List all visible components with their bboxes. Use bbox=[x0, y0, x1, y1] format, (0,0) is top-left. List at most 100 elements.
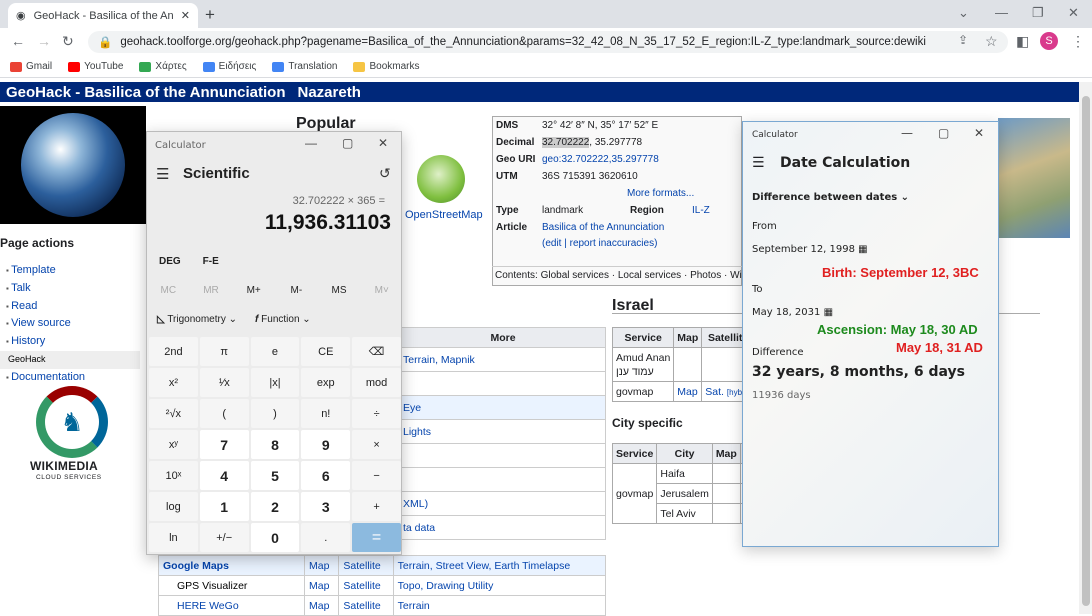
key-button[interactable]: 2nd bbox=[149, 337, 198, 366]
osm-magnifier-icon[interactable] bbox=[417, 155, 465, 203]
contents-bar[interactable]: Contents: Global services · Local servic… bbox=[492, 266, 744, 286]
close-icon[interactable]: ✕ bbox=[974, 126, 984, 140]
scroll-thumb[interactable] bbox=[1082, 96, 1090, 606]
article-link[interactable]: Basilica of the Annunciation bbox=[542, 222, 664, 233]
key-button[interactable]: 6 bbox=[301, 461, 351, 490]
edit-link[interactable]: (edit | report inaccuracies) bbox=[542, 238, 657, 249]
key-button[interactable]: ) bbox=[250, 399, 300, 428]
bookmark-translation[interactable]: Translation bbox=[272, 61, 337, 72]
history-icon[interactable]: ↺ bbox=[379, 165, 391, 182]
sidebar-item-view-source[interactable]: View source bbox=[6, 315, 140, 333]
browser-tab[interactable]: ◉ GeoHack - Basilica of the Annunc ✕ bbox=[8, 3, 198, 28]
more-links[interactable]: Terrain, Street View, Earth Timelapse bbox=[392, 555, 607, 576]
sidebar-item-template[interactable]: Template bbox=[6, 262, 140, 280]
key-button[interactable]: ²√x bbox=[149, 399, 198, 428]
key-button[interactable]: 9 bbox=[301, 430, 351, 459]
reload-icon[interactable]: ↻ bbox=[62, 33, 74, 50]
hamburger-icon[interactable]: ☰ bbox=[752, 155, 765, 171]
key-button[interactable]: mod bbox=[352, 368, 401, 397]
google-maps-link[interactable]: Google Maps bbox=[158, 555, 305, 576]
maximize-icon[interactable]: ▢ bbox=[938, 126, 949, 140]
avatar[interactable]: S bbox=[1040, 32, 1058, 50]
key-button[interactable]: xʸ bbox=[149, 430, 198, 459]
key-button[interactable]: ÷ bbox=[352, 399, 401, 428]
key-button[interactable]: ⌫ bbox=[352, 337, 401, 366]
key-button[interactable]: − bbox=[352, 461, 401, 490]
bookmark-youtube[interactable]: YouTube bbox=[68, 61, 123, 72]
key-button[interactable]: ( bbox=[199, 399, 249, 428]
key-button[interactable]: log bbox=[149, 492, 198, 521]
key-button[interactable]: 3 bbox=[301, 492, 351, 521]
fe-button[interactable]: F-E bbox=[203, 256, 219, 267]
key-button[interactable]: = bbox=[352, 523, 401, 552]
bookmark-gmail[interactable]: Gmail bbox=[10, 61, 52, 72]
forward-icon[interactable]: → bbox=[37, 33, 51, 49]
m-minus-button[interactable]: M- bbox=[275, 285, 318, 296]
region-link[interactable]: IL-Z bbox=[692, 205, 710, 216]
key-button[interactable]: × bbox=[352, 430, 401, 459]
key-button[interactable]: . bbox=[301, 523, 351, 552]
menu-icon[interactable]: ⋮ bbox=[1071, 33, 1085, 50]
key-button[interactable]: e bbox=[250, 337, 300, 366]
map-link[interactable]: Map bbox=[673, 381, 703, 402]
satellite-link[interactable]: Satellite bbox=[338, 595, 394, 616]
table-cell[interactable]: Eye bbox=[400, 395, 606, 420]
table-cell[interactable]: ta data bbox=[400, 515, 606, 540]
key-button[interactable]: 10ˣ bbox=[149, 461, 198, 490]
more-links[interactable]: Topo, Drawing Utility bbox=[392, 575, 607, 596]
maximize-icon[interactable]: ▢ bbox=[342, 136, 353, 150]
key-button[interactable]: 8 bbox=[250, 430, 300, 459]
key-button[interactable]: exp bbox=[301, 368, 351, 397]
close-window-icon[interactable]: ✕ bbox=[1068, 5, 1079, 21]
key-button[interactable]: n! bbox=[301, 399, 351, 428]
bookmark-maps[interactable]: Χάρτες bbox=[139, 61, 187, 72]
key-button[interactable]: 2 bbox=[250, 492, 300, 521]
table-cell[interactable]: XML) bbox=[400, 491, 606, 516]
url-field[interactable]: 🔒 geohack.toolforge.org/geohack.php?page… bbox=[88, 31, 1008, 53]
more-formats-link[interactable]: More formats... bbox=[627, 188, 694, 199]
key-button[interactable]: 1 bbox=[199, 492, 249, 521]
key-button[interactable]: +/− bbox=[199, 523, 249, 552]
calc-type-dropdown[interactable]: Difference between dates ⌄ bbox=[752, 192, 909, 203]
key-button[interactable]: + bbox=[352, 492, 401, 521]
function-dropdown[interactable]: f Function ⌄ bbox=[255, 314, 311, 325]
map-link[interactable]: Map bbox=[303, 555, 340, 576]
more-links[interactable]: Terrain bbox=[392, 595, 607, 616]
back-icon[interactable]: ← bbox=[11, 33, 25, 49]
sidepanel-icon[interactable]: ◧ bbox=[1016, 33, 1029, 50]
sidebar-item-talk[interactable]: Talk bbox=[6, 280, 140, 298]
map-link[interactable]: Map bbox=[303, 595, 340, 616]
memory-list-button[interactable]: M˅ bbox=[360, 285, 403, 296]
key-button[interactable]: 0 bbox=[250, 523, 300, 552]
key-button[interactable]: x² bbox=[149, 368, 198, 397]
here-wego-link[interactable]: HERE WeGo bbox=[158, 595, 305, 616]
key-button[interactable]: 4 bbox=[199, 461, 249, 490]
from-date-picker[interactable]: September 12, 1998 ▦ bbox=[752, 244, 868, 255]
angle-button[interactable]: DEG bbox=[159, 256, 181, 267]
key-button[interactable]: ln bbox=[149, 523, 198, 552]
key-button[interactable]: ¹⁄x bbox=[199, 368, 249, 397]
map-thumbnail[interactable] bbox=[998, 118, 1070, 238]
restore-icon[interactable]: ❐ bbox=[1032, 5, 1044, 21]
sidebar-item-documentation[interactable]: Documentation bbox=[6, 369, 140, 387]
bookmark-news[interactable]: Ειδήσεις bbox=[202, 61, 256, 72]
map-link[interactable]: Map bbox=[303, 575, 340, 596]
close-tab-icon[interactable]: ✕ bbox=[181, 9, 190, 22]
ms-button[interactable]: MS bbox=[318, 285, 361, 296]
trigonometry-dropdown[interactable]: ◺ Trigonometry ⌄ bbox=[157, 314, 237, 325]
bookmark-folder[interactable]: Bookmarks bbox=[353, 61, 419, 72]
m-plus-button[interactable]: M+ bbox=[232, 285, 275, 296]
chevron-down-icon[interactable]: ⌄ bbox=[958, 5, 969, 21]
table-cell[interactable]: Terrain, Mapnik bbox=[400, 347, 606, 372]
key-button[interactable]: |x| bbox=[250, 368, 300, 397]
minimize-icon[interactable]: — bbox=[995, 5, 1008, 20]
minimize-icon[interactable]: — bbox=[901, 126, 913, 140]
mr-button[interactable]: MR bbox=[190, 285, 233, 296]
to-date-picker[interactable]: May 18, 2031 ▦ bbox=[752, 307, 833, 318]
sidebar-item-history[interactable]: History bbox=[6, 333, 140, 351]
key-button[interactable]: 5 bbox=[250, 461, 300, 490]
key-button[interactable]: 7 bbox=[199, 430, 249, 459]
key-button[interactable]: CE bbox=[301, 337, 351, 366]
osm-link[interactable]: OpenStreetMap bbox=[405, 209, 483, 221]
minimize-icon[interactable]: — bbox=[305, 136, 317, 150]
